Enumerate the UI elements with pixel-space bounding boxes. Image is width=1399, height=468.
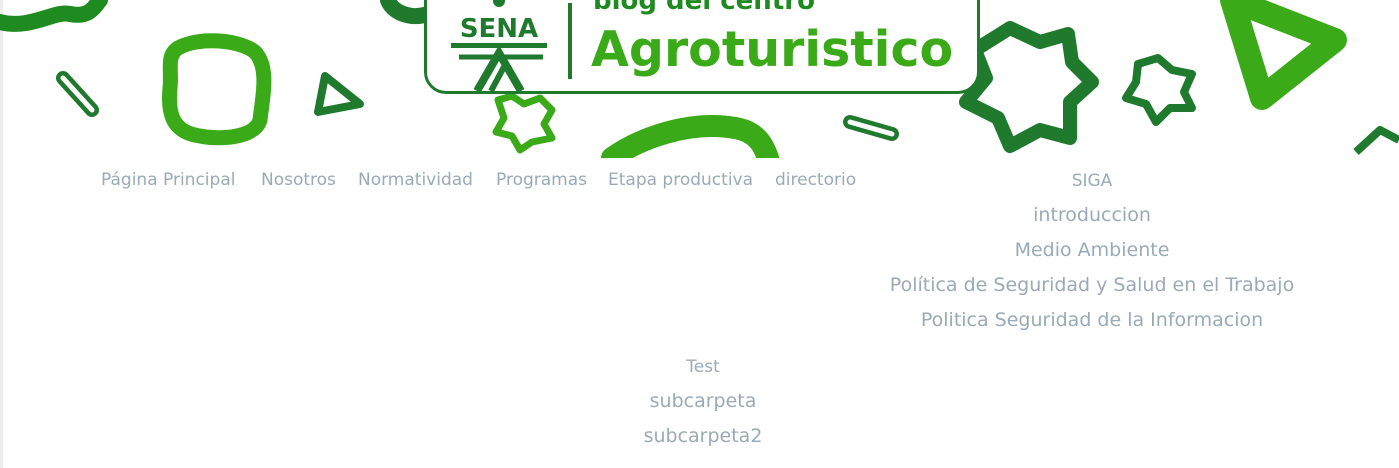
svg-text:SENA: SENA bbox=[460, 14, 538, 44]
test-menu-title[interactable]: Test bbox=[686, 356, 719, 378]
blog-logo-banner[interactable]: SENA blog del centro Agroturistico bbox=[424, 0, 980, 94]
nav-link-directorio[interactable]: directorio bbox=[775, 170, 856, 190]
header-banner: SENA blog del centro Agroturistico bbox=[0, 0, 1399, 158]
nav-link-etapa-productiva[interactable]: Etapa productiva bbox=[608, 170, 753, 190]
logo-divider bbox=[568, 3, 572, 79]
test-item-subcarpeta[interactable]: subcarpeta bbox=[650, 390, 757, 412]
siga-item-introduccion[interactable]: introduccion bbox=[1033, 204, 1151, 226]
blog-subtitle: blog del centro bbox=[593, 0, 815, 16]
nav-link-pagina-principal[interactable]: Página Principal bbox=[101, 170, 235, 190]
test-item-subcarpeta2[interactable]: subcarpeta2 bbox=[644, 425, 763, 447]
siga-item-seguridad-salud[interactable]: Política de Seguridad y Salud en el Trab… bbox=[890, 274, 1294, 296]
nav-link-normatividad[interactable]: Normatividad bbox=[358, 170, 473, 190]
sena-logo: SENA bbox=[447, 0, 551, 91]
siga-menu-title[interactable]: SIGA bbox=[1072, 170, 1113, 192]
blog-title: Agroturistico bbox=[591, 21, 954, 78]
nav-link-programas[interactable]: Programas bbox=[496, 170, 587, 190]
siga-item-medio-ambiente[interactable]: Medio Ambiente bbox=[1015, 239, 1170, 261]
nav-link-nosotros[interactable]: Nosotros bbox=[261, 170, 336, 190]
siga-item-seguridad-informacion[interactable]: Politica Seguridad de la Informacion bbox=[921, 309, 1263, 331]
